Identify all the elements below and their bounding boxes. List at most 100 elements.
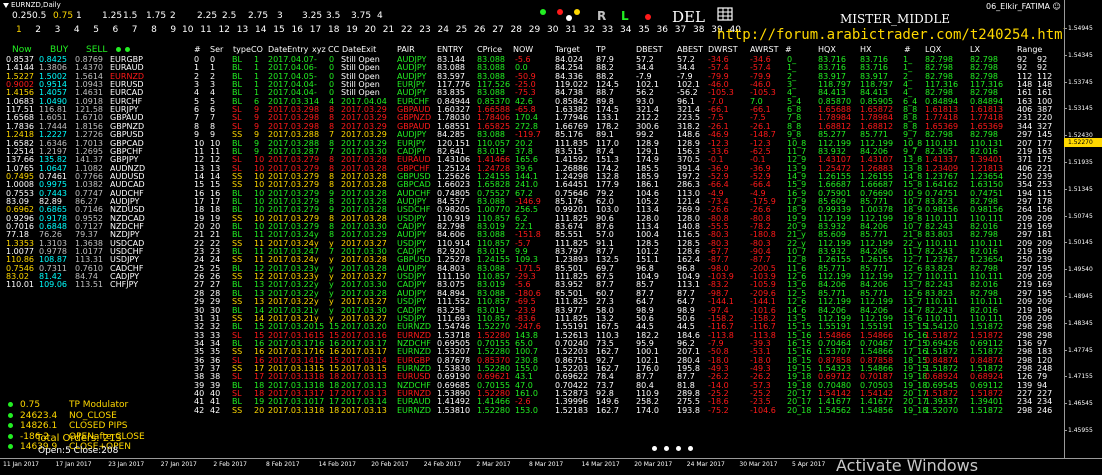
master-label: MISTER_MIDDLE (840, 12, 951, 26)
lot-option[interactable]: 1 (76, 11, 82, 21)
pair-name[interactable]: GBPUSD (110, 131, 144, 139)
page-number-option[interactable]: 8 (151, 25, 157, 35)
order-dbest: 174.9 (636, 155, 659, 165)
lot-option[interactable]: 0.5 (32, 11, 46, 21)
price-tick (1064, 215, 1067, 217)
lot-option[interactable]: 3.75 (351, 11, 371, 21)
page-number-option[interactable]: 32 (584, 25, 595, 35)
page-number-option[interactable]: 20 (365, 25, 376, 35)
page-number-option[interactable]: 31 (565, 25, 576, 35)
order-entry: 1.43106 (437, 155, 471, 165)
page-number-option[interactable]: 19 (346, 25, 357, 35)
lot-option[interactable]: 0.25 (12, 11, 32, 21)
lot-option[interactable]: 1.5 (123, 11, 137, 21)
lot-option[interactable]: 3.25 (302, 11, 322, 21)
lot-option[interactable]: 2.5 (222, 11, 236, 21)
order-lqx-index: 13_8 (903, 155, 923, 165)
pair-name[interactable]: CHFJPY (110, 281, 138, 289)
order-hqx: 85.277 (818, 130, 846, 140)
time-label: 14 Feb 2017 (318, 461, 356, 468)
lot-option[interactable]: 1.75 (146, 11, 166, 21)
pager-dot[interactable] (652, 446, 657, 451)
pager-dot[interactable] (664, 446, 669, 451)
page-number-option[interactable]: 38 (693, 25, 704, 35)
price-label: 1.48945 (1068, 293, 1093, 300)
page-number-option[interactable]: 25 (456, 25, 467, 35)
order-lqx-index: 13_7 (903, 297, 923, 307)
dropdown-arrow-icon (3, 2, 9, 8)
page-number-option[interactable]: 1 (16, 25, 22, 35)
price-label: 1.49540 (1068, 266, 1093, 274)
user-label: 06_Elkir_FATIMA ☺ (986, 2, 1061, 11)
lot-option[interactable]: 4 (377, 11, 383, 21)
chart-area[interactable]: EURNZD,Daily 0.25 0.5 0.75 1 1.25 1.5 1.75 2 2.2… (0, 0, 1064, 458)
page-number-option[interactable]: 28 (511, 25, 522, 35)
page-number-option[interactable]: 27 (492, 25, 503, 35)
page-number-option[interactable]: 37 (675, 25, 686, 35)
page-number-option[interactable]: 10 (182, 25, 193, 35)
lot-option[interactable]: 2.75 (248, 11, 268, 21)
status-dot (557, 9, 563, 15)
page-number-option[interactable]: 22 (401, 25, 412, 35)
lot-option[interactable]: 2.25 (197, 11, 217, 21)
l-button[interactable]: L (621, 9, 629, 23)
order-number: 32 (194, 322, 205, 332)
page-number-option[interactable]: 21 (383, 25, 394, 35)
pager-dot[interactable] (688, 446, 693, 451)
page-number-option[interactable]: 11 (200, 25, 211, 35)
page-number-option[interactable]: 34 (620, 25, 631, 35)
page-number-option[interactable]: 33 (602, 25, 613, 35)
page-number-option[interactable]: 35 (638, 25, 649, 35)
price-tick (1064, 162, 1067, 163)
order-awrst: -148.7 (750, 130, 776, 140)
order-now: -119.7 (515, 130, 541, 140)
page-number-option[interactable]: 16 (292, 25, 303, 35)
lot-option[interactable]: 2 (170, 11, 176, 21)
delete-button[interactable]: DEL (672, 8, 705, 26)
legend-value: 14826.1 (20, 421, 58, 431)
page-number-option[interactable]: 26 (474, 25, 485, 35)
lot-option[interactable]: 1.25 (102, 11, 122, 21)
page-number-option[interactable]: 24 (438, 25, 449, 35)
page-number-option[interactable]: 5 (93, 25, 99, 35)
page-number-option[interactable]: 29 (529, 25, 540, 35)
lot-option[interactable]: 3 (277, 11, 283, 21)
r-button[interactable]: R (597, 9, 606, 23)
pair-name[interactable]: GBPJPY (110, 156, 138, 164)
order-pair: USDJPY (397, 297, 426, 307)
order-range-1: 298 (1017, 322, 1033, 332)
order-xyz: 15 (314, 322, 325, 332)
legend-dot (8, 444, 13, 449)
price-tick (1064, 135, 1067, 137)
order-pair: AUDJPY (397, 130, 427, 140)
pager-dot[interactable] (676, 446, 681, 451)
page-number-option[interactable]: 36 (657, 25, 668, 35)
page-number-option[interactable]: 17 (310, 25, 321, 35)
page-number-option[interactable]: 18 (328, 25, 339, 35)
lot-option[interactable]: 3.5 (326, 11, 340, 21)
page-number-option[interactable]: 14 (255, 25, 266, 35)
page-number-option[interactable]: 9 (170, 25, 176, 35)
table-icon[interactable] (717, 7, 733, 25)
page-number-option[interactable]: 7 (132, 25, 138, 35)
lot-option[interactable]: 0.75 (53, 11, 73, 21)
page-number-option[interactable]: 15 (273, 25, 284, 35)
time-label: 24 Feb 2017 (423, 461, 462, 468)
page-number-option[interactable]: 6 (113, 25, 119, 35)
page-number-option[interactable]: 13 (237, 25, 248, 35)
page-number-option[interactable]: 23 (419, 25, 430, 35)
page-number-option[interactable]: 12 (219, 25, 230, 35)
forum-url-link[interactable]: http://forum.arabictrader.com/t240254.ht… (717, 27, 1064, 43)
status-dot (566, 15, 572, 21)
legend-label: NO_CLOSE (69, 410, 117, 421)
price-label: 1.53745 (1068, 78, 1093, 86)
page-number-option[interactable]: 2 (35, 25, 41, 35)
page-number-option[interactable]: 30 (547, 25, 558, 35)
order-ser: 32 (210, 322, 221, 332)
order-cprice: 110.857 (477, 297, 511, 307)
order-cc: 18 (329, 405, 340, 415)
page-number-option[interactable]: 3 (55, 25, 61, 35)
order-abest: 148.6 (677, 130, 700, 140)
order-lx: 1.51872 (970, 322, 1004, 332)
page-number-option[interactable]: 4 (74, 25, 80, 35)
